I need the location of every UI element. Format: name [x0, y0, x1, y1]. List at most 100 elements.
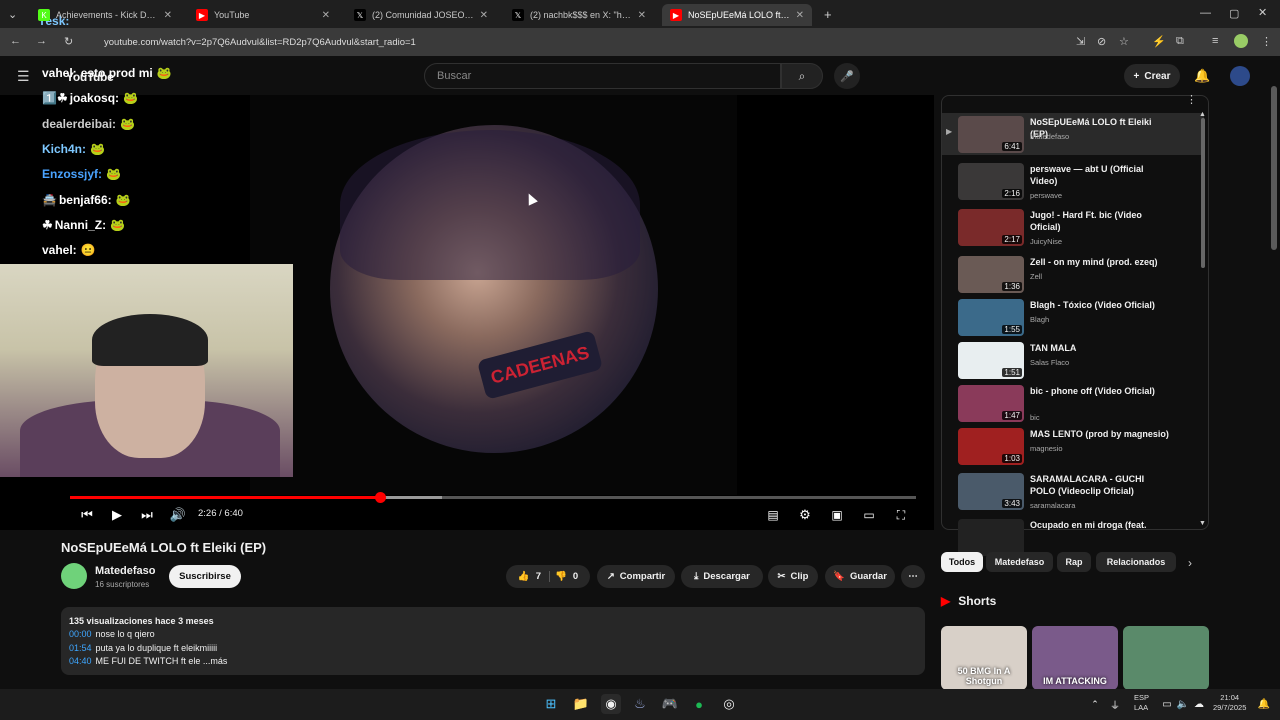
discord-icon[interactable]: 🎮 [660, 694, 680, 714]
filter-chip[interactable]: Matedefaso [986, 552, 1053, 572]
search-input[interactable]: Buscar [424, 63, 781, 89]
playlist-item[interactable]: 1:55 Blagh - Tóxico (Video Oficial) Blagh [942, 296, 1204, 338]
subscribe-button[interactable]: Suscribirse [169, 565, 241, 588]
subtitles-icon[interactable]: ▤ [764, 506, 782, 524]
channel-name[interactable]: Matedefaso [95, 565, 156, 577]
playlist-scrollbar[interactable] [1201, 118, 1205, 268]
playlist-item[interactable]: 2:17 Jugo! - Hard Ft. bic (Video Oficial)… [942, 206, 1204, 248]
steam-icon[interactable]: ♨ [630, 694, 650, 714]
system-clock[interactable]: 21:04 29/7/2025 [1213, 693, 1246, 713]
video-thumbnail[interactable]: 2:16 [958, 163, 1024, 200]
download-button[interactable]: ⤓ Descargar [681, 565, 763, 588]
short-thumbnail[interactable] [1123, 626, 1209, 690]
filter-chip[interactable]: Relacionados [1096, 552, 1176, 572]
tab-close-icon[interactable]: ✕ [796, 10, 804, 21]
scroll-up-icon[interactable]: ▲ [1199, 111, 1206, 118]
video-thumbnail[interactable]: 1:36 [958, 256, 1024, 293]
video-thumbnail[interactable]: 1:51 [958, 342, 1024, 379]
previous-icon[interactable]: ⏮ [78, 506, 96, 524]
keyboard-language[interactable]: ESP LAA [1134, 693, 1149, 713]
playlist-item[interactable]: 1:36 Zell - on my mind (prod. ezeq) Zell [942, 253, 1204, 295]
video-thumbnail[interactable]: 1:03 [958, 428, 1024, 465]
like-button[interactable]: 👍 7 [518, 571, 550, 582]
search-button[interactable]: ⌕ [781, 63, 823, 89]
timestamp-link[interactable]: 04:40 [69, 656, 92, 666]
chrome-icon[interactable]: ◉ [601, 694, 621, 714]
account-avatar[interactable] [1230, 66, 1250, 86]
playlist-item[interactable]: 1:51 TAN MALA Salas Flaco [942, 339, 1204, 381]
description-text[interactable]: ME FUI DE TWITCH ft ele ...más [96, 656, 228, 666]
playlist-menu-icon[interactable]: ⋮ [1186, 93, 1197, 106]
profile-avatar[interactable] [1234, 34, 1248, 48]
back-icon[interactable]: ← [10, 35, 21, 47]
browser-tab[interactable]: 𝕏 (2) nachbk$$$ en X: "https://t.c ✕ [504, 4, 654, 26]
settings-gear-icon[interactable]: ⚙ [796, 506, 814, 524]
spotify-icon[interactable]: ● [689, 694, 709, 714]
close-window-icon[interactable]: ✕ [1258, 6, 1267, 19]
playlist-item[interactable]: 3:43 SARAMALACARA - GUCHI POLO (Videoclip… [942, 470, 1204, 512]
next-icon[interactable]: ⏭ [138, 506, 156, 524]
browser-tab[interactable]: 𝕏 (2) Comunidad JOSEO EXCLUS ✕ [346, 4, 496, 26]
tab-close-icon[interactable]: ✕ [322, 10, 330, 21]
tab-close-icon[interactable]: ✕ [164, 10, 172, 21]
minimize-icon[interactable]: — [1200, 7, 1211, 19]
channel-avatar[interactable] [61, 563, 87, 589]
video-thumbnail[interactable]: 1:55 [958, 299, 1024, 336]
chips-next-icon[interactable]: › [1188, 556, 1192, 570]
timestamp-link[interactable]: 01:54 [69, 643, 92, 653]
save-button[interactable]: 🔖 Guardar [825, 565, 895, 588]
create-button[interactable]: + Crear [1124, 64, 1180, 88]
windows-start-icon[interactable]: ⊞ [541, 694, 561, 714]
clip-button[interactable]: ✂ Clip [768, 565, 818, 588]
sidepanel-icon[interactable]: ≡ [1212, 35, 1218, 47]
playlist-item[interactable]: 1:03 MAS LENTO (prod by magnesio) magnesio [942, 425, 1204, 467]
play-icon[interactable]: ▶ [108, 506, 126, 524]
volume-icon[interactable]: 🔊 [169, 506, 187, 524]
usb-icon[interactable]: ⏚ [1105, 694, 1125, 714]
video-thumbnail[interactable] [958, 519, 1024, 556]
video-thumbnail[interactable]: 3:43 [958, 473, 1024, 510]
miniplayer-icon[interactable]: ▣ [828, 506, 846, 524]
browser-tab[interactable]: K Achievements - Kick Dashboard ✕ [30, 4, 180, 26]
reload-icon[interactable]: ↻ [64, 35, 73, 48]
video-thumbnail[interactable]: 2:17 [958, 209, 1024, 246]
dislike-button[interactable]: 👎 0 [555, 571, 578, 582]
playlist-item[interactable]: 1:47 bic - phone off (Video Oficial) bic [942, 382, 1204, 424]
scroll-down-icon[interactable]: ▼ [1199, 520, 1206, 527]
url-field[interactable]: youtube.com/watch?v=2p7Q6Audvul&list=RD2… [96, 32, 1226, 52]
theater-mode-icon[interactable]: ▭ [860, 506, 878, 524]
tab-search-icon[interactable]: ⌄ [8, 8, 17, 21]
short-thumbnail[interactable]: 50 BMG In A Shotgun [941, 626, 1027, 690]
share-button[interactable]: ↗ Compartir [597, 565, 675, 588]
eye-off-icon[interactable]: ⊘ [1097, 35, 1106, 48]
more-menu-icon[interactable]: ⋮ [1261, 35, 1272, 48]
tray-chevron-icon[interactable]: ⌃ [1085, 694, 1105, 714]
page-scrollbar[interactable] [1271, 86, 1277, 250]
browser-tab[interactable]: ▶ YouTube ✕ [188, 4, 338, 26]
short-thumbnail[interactable]: IM ATTACKING [1032, 626, 1118, 690]
progress-scrubber[interactable] [374, 492, 386, 503]
notifications-bell-icon[interactable]: 🔔 [1194, 68, 1210, 84]
browser-tab[interactable]: ▶ NoSEpUEeMá LOLO ft Eleiki (EP ✕ [662, 4, 812, 26]
bookmark-star-icon[interactable]: ☆ [1119, 35, 1129, 48]
notification-center-icon[interactable]: 🔔 [1254, 694, 1274, 714]
maximize-icon[interactable]: ▢ [1229, 7, 1239, 20]
filter-chip[interactable]: Rap [1057, 552, 1091, 572]
obs-icon[interactable]: ◎ [719, 694, 739, 714]
install-icon[interactable]: ⇲ [1076, 35, 1085, 48]
timestamp-link[interactable]: 00:00 [69, 629, 92, 639]
tab-close-icon[interactable]: ✕ [638, 10, 646, 21]
new-tab-icon[interactable]: + [824, 7, 832, 22]
playlist-item[interactable]: 2:16 perswave — abt U (Official Video) per… [942, 160, 1204, 202]
voice-search-button[interactable]: 🎤 [834, 63, 860, 89]
filter-chip[interactable]: Todos [941, 552, 983, 572]
extensions-puzzle-icon[interactable]: ⧉ [1176, 35, 1184, 48]
more-actions-button[interactable]: ⋯ [901, 565, 925, 588]
video-thumbnail[interactable]: 6:41 [958, 116, 1024, 153]
fullscreen-icon[interactable]: ⛶ [892, 506, 910, 524]
network-icon[interactable]: ☁ [1189, 694, 1209, 714]
playlist-item[interactable]: ▶ 6:41 NoSEpUEeMá LOLO ft Eleiki (EP) Mated… [942, 113, 1204, 155]
tab-close-icon[interactable]: ✕ [480, 10, 488, 21]
extension-icon[interactable]: ⚡ [1152, 35, 1166, 48]
video-thumbnail[interactable]: 1:47 [958, 385, 1024, 422]
